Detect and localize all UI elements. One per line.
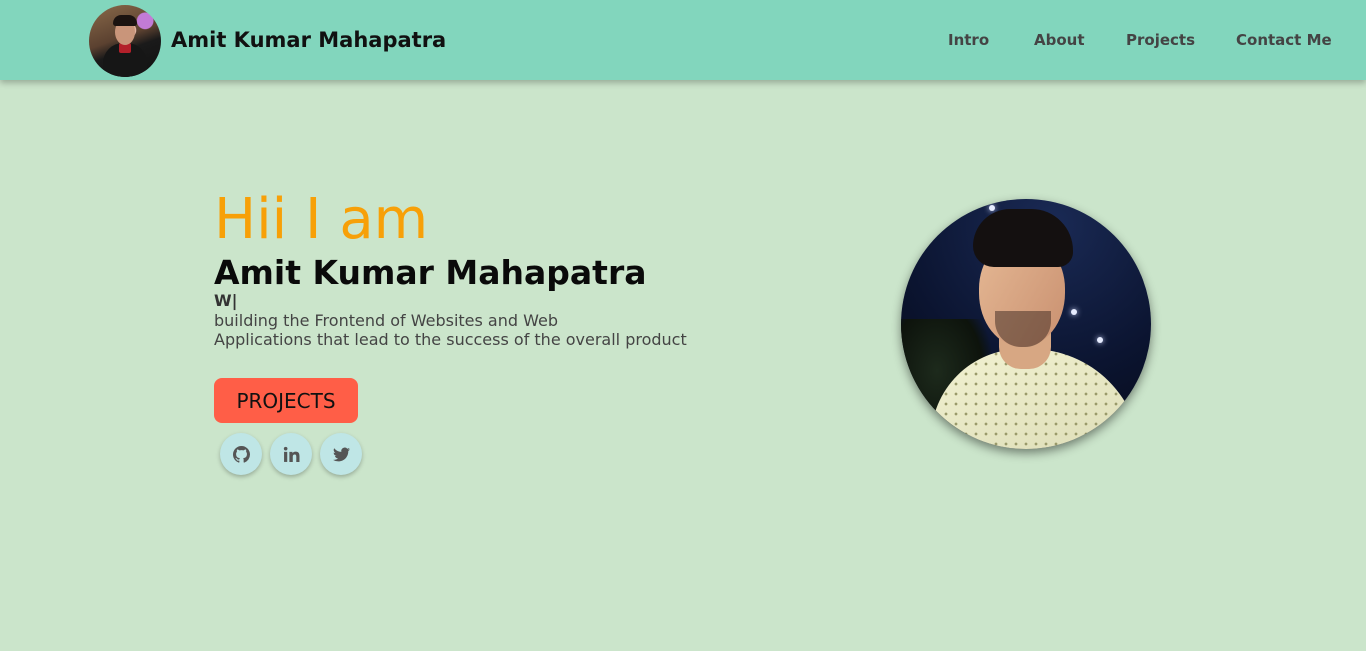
photo-hair [973,209,1073,267]
avatar-hair [113,15,137,26]
typed-text: W| [214,291,238,310]
hero-description: building the Frontend of Websites and We… [214,311,734,349]
github-link[interactable] [220,433,262,475]
hero-description-line-1: building the Frontend of Websites and We… [214,311,558,330]
photo-light [989,205,995,211]
profile-photo [901,199,1151,449]
hero-greeting: Hii I am [214,187,429,252]
twitter-link[interactable] [320,433,362,475]
hero-description-line-2: Applications that lead to the success of… [214,330,687,349]
navbar: Amit Kumar Mahapatra Intro About Project… [0,0,1366,80]
linkedin-link[interactable] [270,433,312,475]
nav-link-contact-me[interactable]: Contact Me [1236,31,1332,49]
nav-link-about[interactable]: About [1034,31,1085,49]
brand-name[interactable]: Amit Kumar Mahapatra [171,28,446,52]
linkedin-icon [283,446,299,462]
github-icon [232,445,250,463]
brand-avatar[interactable] [89,5,161,77]
hero-name: Amit Kumar Mahapatra [214,253,647,292]
photo-light [1097,337,1103,343]
projects-button[interactable]: PROJECTS [214,378,358,423]
twitter-icon [332,447,350,461]
nav-link-intro[interactable]: Intro [948,31,989,49]
photo-light [1071,309,1077,315]
nav-link-projects[interactable]: Projects [1126,31,1195,49]
